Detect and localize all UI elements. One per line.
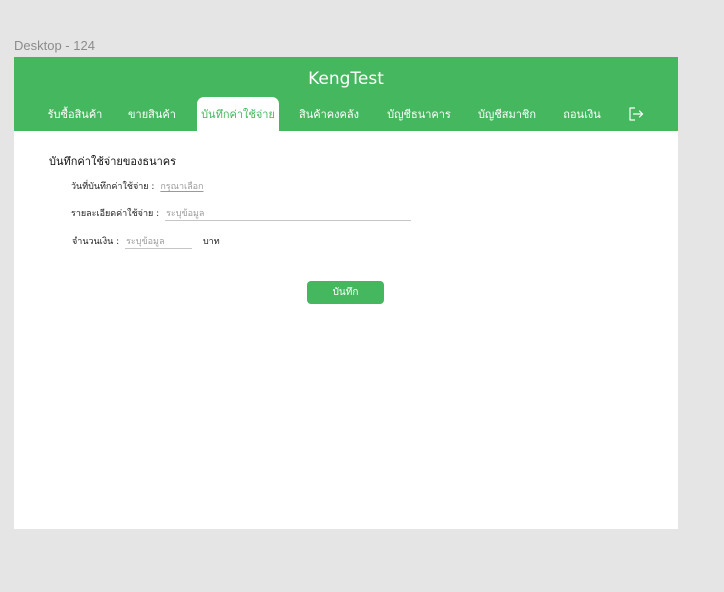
nav-member-account[interactable]: บัญชีสมาชิก [472, 97, 542, 131]
amount-row: จำนวนเงิน : บาท [72, 235, 220, 249]
app-window: KengTest รับซื้อสินค้า ขายสินค้า บันทึกค… [14, 57, 678, 529]
nav-inventory[interactable]: สินค้าคงคลัง [294, 97, 364, 131]
amount-unit: บาท [202, 237, 220, 247]
date-picker-link[interactable]: กรุณาเลือก [160, 180, 203, 194]
amount-label: จำนวนเงิน : [72, 237, 120, 247]
logout-icon[interactable] [628, 107, 644, 121]
nav-record-expenses[interactable]: บันทึกค่าใช้จ่าย [197, 97, 279, 131]
frame-label: Desktop - 124 [14, 38, 95, 53]
detail-row: รายละเอียดค่าใช้จ่าย : [71, 207, 412, 221]
detail-input[interactable] [165, 207, 412, 221]
date-label: วันที่บันทึกค่าใช้จ่าย : [71, 182, 155, 192]
nav-bank-account[interactable]: บัญชีธนาคาร [382, 97, 456, 131]
save-button[interactable]: บันทึก [307, 281, 384, 304]
detail-label: รายละเอียดค่าใช้จ่าย : [71, 209, 160, 219]
form-title: บันทึกค่าใช้จ่ายของธนาคร [49, 155, 177, 168]
nav-buy-goods[interactable]: รับซื้อสินค้า [40, 97, 110, 131]
app-header: KengTest รับซื้อสินค้า ขายสินค้า บันทึกค… [14, 57, 678, 131]
date-row: วันที่บันทึกค่าใช้จ่าย : กรุณาเลือก [71, 180, 203, 194]
nav-withdraw[interactable]: ถอนเงิน [556, 97, 608, 131]
amount-input[interactable] [125, 235, 193, 249]
nav-sell-goods[interactable]: ขายสินค้า [120, 97, 184, 131]
app-title: KengTest [308, 69, 384, 89]
main-nav: รับซื้อสินค้า ขายสินค้า บันทึกค่าใช้จ่าย… [14, 97, 678, 131]
